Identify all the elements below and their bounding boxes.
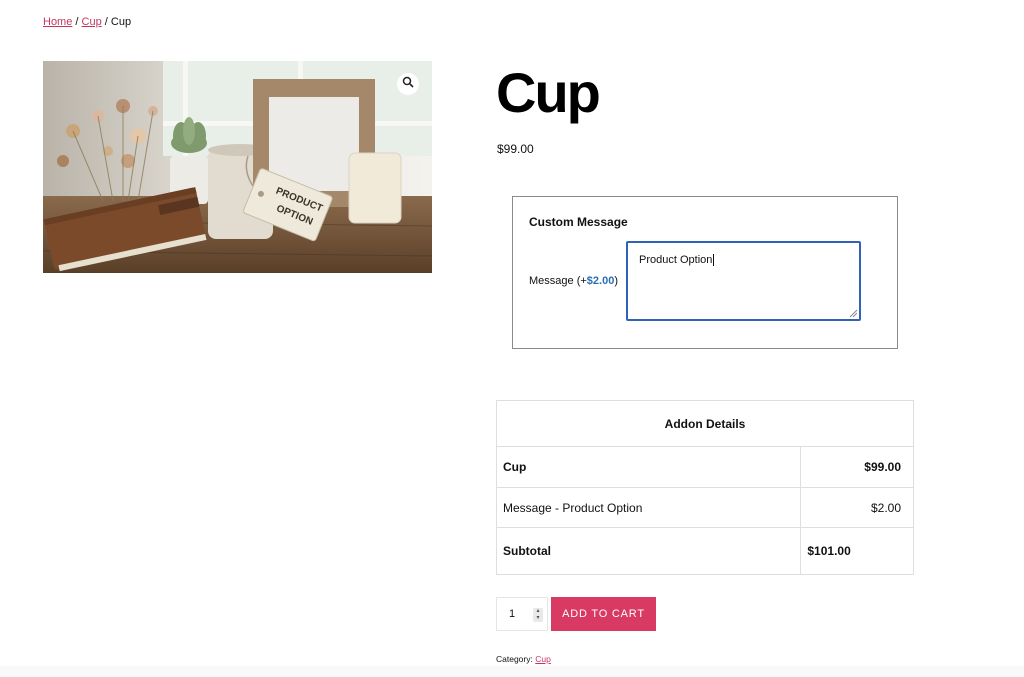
product-price: $99.00 <box>497 142 534 156</box>
row-label: Message - Product Option <box>495 487 802 528</box>
product-title: Cup <box>496 61 601 124</box>
message-addon-price: $2.00 <box>586 275 615 287</box>
custom-message-addon: Custom Message Message (+$2.00) Product … <box>512 196 898 349</box>
addon-details-table: Addon Details Cup $99.00 Message - Produ… <box>495 400 914 575</box>
message-textarea-value: Product Option <box>639 254 713 266</box>
row-label: Subtotal <box>495 527 802 575</box>
message-label: Message (+$2.00) <box>529 275 618 287</box>
message-textarea[interactable]: Product Option <box>626 241 861 321</box>
page-footer-strip <box>0 666 1024 677</box>
table-row: Message - Product Option $2.00 <box>495 487 914 528</box>
addon-heading: Custom Message <box>529 215 628 229</box>
breadcrumb-category-link[interactable]: Cup <box>82 16 102 28</box>
zoom-button[interactable] <box>397 73 419 95</box>
row-value: $2.00 <box>800 487 914 528</box>
table-row: Cup $99.00 <box>495 446 914 488</box>
spinner-arrows-icon[interactable]: ▴ ▾ <box>533 608 543 622</box>
table-row: Subtotal $101.00 <box>495 527 914 575</box>
resize-grip-icon[interactable] <box>848 308 858 318</box>
message-label-suffix: ) <box>614 275 618 287</box>
message-label-prefix: Message (+ <box>529 275 587 287</box>
breadcrumb: Home / Cup / Cup <box>43 16 131 28</box>
row-value: $99.00 <box>800 446 914 488</box>
category-link[interactable]: Cup <box>535 654 551 664</box>
quantity-input[interactable]: 1 ▴ ▾ <box>496 597 548 631</box>
row-label: Cup <box>495 446 802 488</box>
magnifier-icon <box>402 75 414 93</box>
category-label: Category: <box>496 654 533 664</box>
quantity-value: 1 <box>509 608 516 620</box>
product-image[interactable]: PRODUCT OPTION <box>43 61 432 273</box>
breadcrumb-home-link[interactable]: Home <box>43 16 72 28</box>
breadcrumb-current: Cup <box>110 16 132 28</box>
product-category: Category: Cup <box>496 654 551 664</box>
addon-details-heading: Addon Details <box>496 400 914 447</box>
row-value: $101.00 <box>800 527 914 575</box>
breadcrumb-separator: / <box>104 16 108 28</box>
add-to-cart-button[interactable]: ADD TO CART <box>551 597 656 631</box>
breadcrumb-separator: / <box>75 16 79 28</box>
